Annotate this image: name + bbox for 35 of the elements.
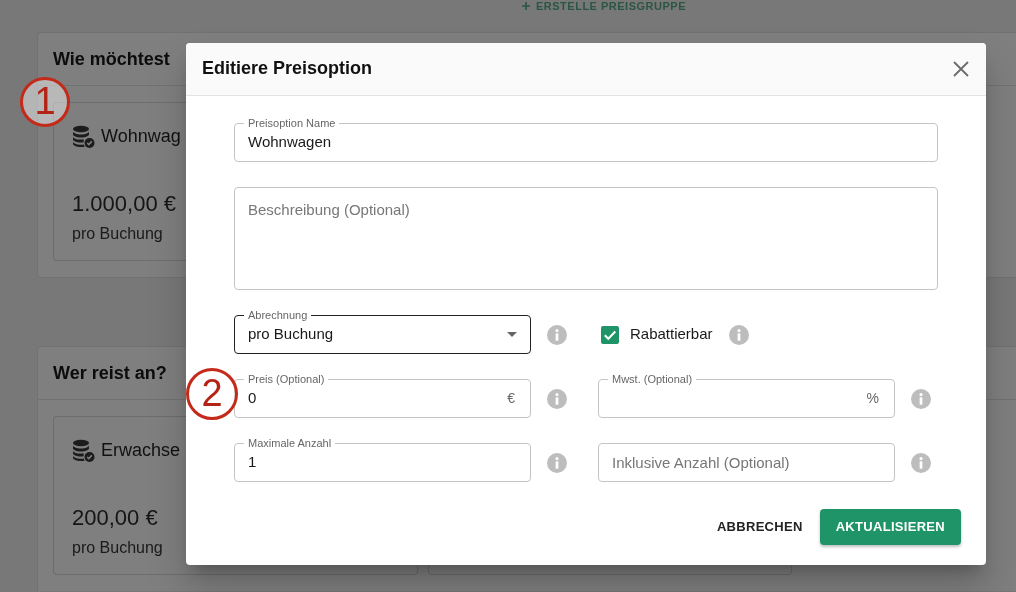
section-title: Wer reist an? (53, 361, 167, 385)
info-icon[interactable] (911, 388, 931, 409)
unit-suffix: € (507, 389, 515, 408)
description-field[interactable]: Beschreibung (Optional) (234, 187, 938, 290)
info-icon[interactable] (911, 452, 931, 473)
price-unit: pro Buchung (72, 538, 163, 558)
cancel-button[interactable]: ABBRECHEN (706, 509, 813, 545)
price-text: 200,00 € (72, 505, 158, 531)
plus-icon (522, 2, 530, 10)
step-marker: 1 (20, 77, 70, 127)
field-label: Preis (Optional) (244, 373, 329, 386)
info-icon[interactable] (547, 324, 567, 345)
card-title: Wohnwag (101, 124, 181, 148)
update-button[interactable]: AKTUALISIEREN (819, 509, 961, 545)
dialog-title: Editiere Preisoption (202, 58, 373, 80)
section-title: Wie möchtest (53, 47, 170, 71)
unit-suffix: % (866, 389, 879, 408)
card-title: Erwachse (101, 438, 181, 462)
close-icon (953, 61, 969, 77)
field-label: Abrechnung (244, 309, 312, 322)
checkbox-label[interactable]: Rabattierbar (630, 323, 713, 346)
caret-icon (507, 332, 517, 337)
database-check-icon (72, 124, 95, 148)
field-label: Preisoption Name (244, 117, 340, 130)
info-icon[interactable] (547, 388, 567, 409)
database-check-icon (72, 438, 95, 462)
price-unit: pro Buchung (72, 224, 163, 244)
field-label: Maximale Anzahl (244, 437, 336, 450)
info-icon[interactable] (547, 452, 567, 473)
included-count-field[interactable]: Inklusive Anzahl (Optional) (598, 443, 895, 482)
field-label: Mwst. (Optional) (608, 373, 697, 386)
info-icon[interactable] (728, 324, 749, 345)
price-text: 1.000,00 € (72, 191, 176, 217)
close-button[interactable] (953, 61, 969, 77)
checkbox[interactable] (601, 325, 619, 344)
